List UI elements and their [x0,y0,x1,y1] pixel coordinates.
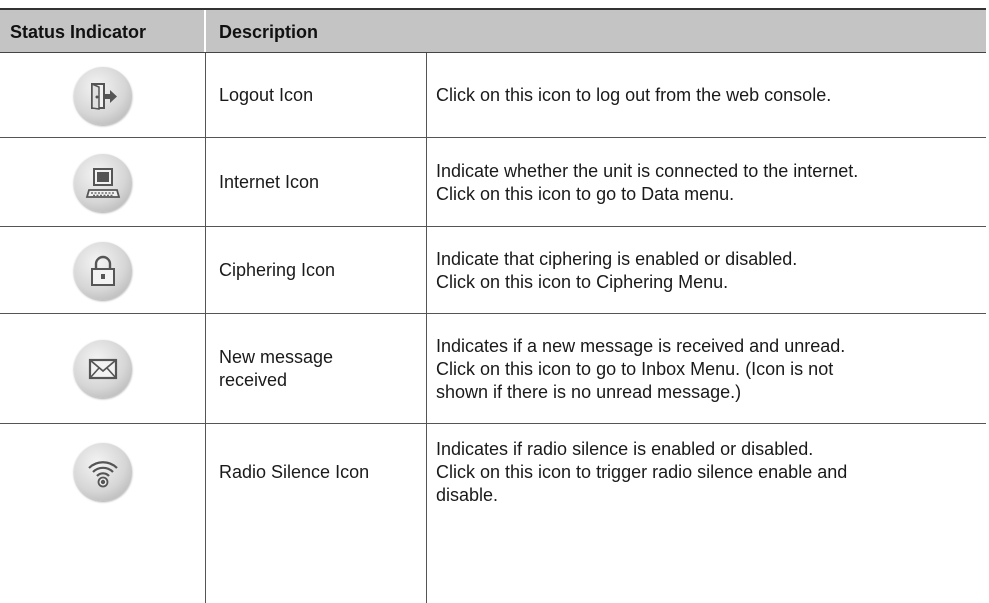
table-row: Logout Icon Click on this icon to log ou… [0,53,986,138]
table-row: Radio Silence Icon Indicates if radio si… [0,424,986,603]
header-separator [204,10,206,52]
column-divider [426,424,427,603]
row-description: Click on this icon to log out from the w… [436,85,832,105]
row-name: Ciphering Icon [219,260,336,280]
internet-icon[interactable] [73,153,132,212]
row-name: Internet Icon [219,172,320,192]
column-divider [205,227,206,314]
table-row: New message received Indicates if a new … [0,314,986,424]
header-description: Description [219,22,319,42]
icon-cell [0,424,205,520]
icon-cell [0,53,205,138]
icon-cell [0,227,205,314]
row-description: Indicate whether the unit is connected t… [436,160,859,204]
table-row: Internet Icon Indicate whether the unit … [0,138,986,227]
icon-cell [0,138,205,227]
row-name: New message received [219,347,334,390]
column-divider [426,227,427,314]
table-row: Ciphering Icon Indicate that ciphering i… [0,227,986,314]
column-divider [205,424,206,603]
logout-icon[interactable] [73,66,132,125]
icon-cell [0,314,205,424]
header-status-indicator: Status Indicator [10,22,147,42]
column-divider [205,138,206,227]
column-divider [426,138,427,227]
column-divider [426,53,427,138]
lock-icon[interactable] [73,241,132,300]
column-divider [205,314,206,424]
row-description: Indicates if a new message is received a… [436,335,846,402]
table-header: Status Indicator Description [0,10,986,52]
envelope-icon[interactable] [73,340,132,398]
column-divider [205,53,206,138]
row-name: Radio Silence Icon [219,461,370,482]
row-description: Indicates if radio silence is enabled or… [436,438,848,505]
radio-silence-icon[interactable] [73,443,132,501]
row-description: Indicate that ciphering is enabled or di… [436,248,798,292]
row-name: Logout Icon [219,85,314,105]
column-divider [426,314,427,424]
